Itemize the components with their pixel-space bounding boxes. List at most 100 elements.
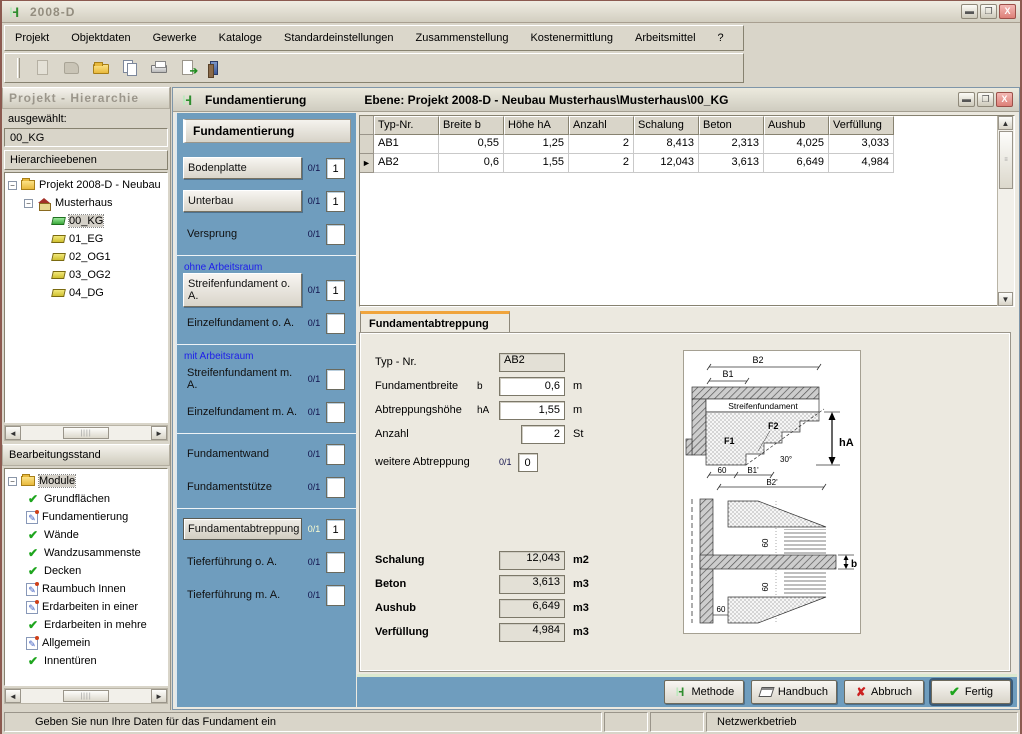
module-item[interactable]: ✔Decken	[8, 562, 167, 580]
count-box[interactable]: 1	[326, 158, 345, 179]
window-maximize-button[interactable]: ❐	[977, 92, 994, 107]
count-box[interactable]: 1	[326, 191, 345, 212]
scroll-left-icon[interactable]: ◄	[5, 426, 21, 440]
sidebar-item-fundamentabtreppung[interactable]: Fundamentabtreppung 0/1 1	[183, 517, 351, 541]
fundamentbreite-input[interactable]	[499, 377, 565, 396]
menu-arbeitsmittel[interactable]: Arbeitsmittel	[635, 32, 696, 44]
module-item[interactable]: ✎Raumbuch Innen	[8, 580, 167, 598]
sidebar-item-streifenfundament-ma[interactable]: Streifenfundament m. A. 0/1	[183, 367, 351, 391]
open-icon[interactable]	[62, 58, 82, 78]
sidebar-item-unterbau[interactable]: Unterbau 0/1 1	[183, 189, 351, 213]
module-item[interactable]: ✔Wandzusammenste	[8, 544, 167, 562]
sidebar-item-fundamentstuetze[interactable]: Fundamentstütze 0/1	[183, 475, 351, 499]
collapse-icon[interactable]: −	[8, 181, 17, 190]
col-hoehe-ha[interactable]: Höhe hA	[504, 116, 569, 135]
menu-objektdaten[interactable]: Objektdaten	[71, 32, 130, 44]
weitere-abtreppung-box[interactable]: 0	[518, 453, 538, 472]
menu-zusammenstellung[interactable]: Zusammenstellung	[416, 32, 509, 44]
col-beton[interactable]: Beton	[699, 116, 764, 135]
count-box[interactable]	[326, 369, 345, 390]
col-verfuellung[interactable]: Verfüllung	[829, 116, 894, 135]
scroll-down-icon[interactable]: ▼	[998, 292, 1013, 306]
col-anzahl[interactable]: Anzahl	[569, 116, 634, 135]
count-box[interactable]	[326, 477, 345, 498]
window-minimize-button[interactable]: ▬	[958, 92, 975, 107]
sidebar-item-fundamentwand[interactable]: Fundamentwand 0/1	[183, 442, 351, 466]
abtreppungshoehe-input[interactable]	[499, 401, 565, 420]
sidebar-item-streifenfundament-oa[interactable]: Streifenfundament o. A. 0/1 1	[183, 278, 351, 302]
count-box[interactable]	[326, 552, 345, 573]
tree-node-01eg[interactable]: 01_EG	[8, 230, 167, 248]
modules-hscrollbar[interactable]: ◄ |||| ►	[4, 688, 168, 704]
collapse-icon[interactable]: −	[8, 477, 17, 486]
count-box[interactable]	[326, 444, 345, 465]
menu-kataloge[interactable]: Kataloge	[219, 32, 262, 44]
methode-button[interactable]: H Methode	[664, 680, 744, 704]
menu-standardeinstellungen[interactable]: Standardeinstellungen	[284, 32, 393, 44]
tree-node-project[interactable]: − Projekt 2008-D - Neubau	[8, 176, 167, 194]
module-item[interactable]: ✔Erdarbeiten in mehre	[8, 616, 167, 634]
col-schalung[interactable]: Schalung	[634, 116, 699, 135]
col-breite-b[interactable]: Breite b	[439, 116, 504, 135]
tree-node-module-root[interactable]: − Module	[8, 472, 167, 490]
tab-fundamentabtreppung[interactable]: Fundamentabtreppung	[360, 311, 510, 334]
copy-icon[interactable]	[120, 58, 140, 78]
tree-node-03og2[interactable]: 03_OG2	[8, 266, 167, 284]
sidebar-item-tieferfuehrung-ma[interactable]: Tieferführung m. A. 0/1	[183, 583, 351, 607]
table-vscrollbar[interactable]: ▲ ≡ ▼	[997, 116, 1014, 306]
module-item[interactable]: ✎Erdarbeiten in einer	[8, 598, 167, 616]
tree-node-00kg[interactable]: 00_KG	[8, 212, 167, 230]
scroll-up-icon[interactable]: ▲	[998, 116, 1013, 130]
handbuch-button[interactable]: Handbuch	[751, 680, 837, 704]
scrollbar-thumb[interactable]: ≡	[999, 131, 1013, 189]
module-item[interactable]: ✔Innentüren	[8, 652, 167, 670]
scrollbar-thumb[interactable]: ||||	[63, 690, 109, 702]
count-box[interactable]	[326, 402, 345, 423]
menu-help[interactable]: ?	[718, 32, 724, 44]
sidebar-item-einzelfundament-oa[interactable]: Einzelfundament o. A. 0/1	[183, 311, 351, 335]
tree-node-04dg[interactable]: 04_DG	[8, 284, 167, 302]
table-row[interactable]: AB1 0,55 1,25 2 8,413 2,313 4,025 3,033	[360, 135, 997, 154]
scrollbar-thumb[interactable]: ||||	[63, 427, 109, 439]
module-item[interactable]: ✔Grundflächen	[8, 490, 167, 508]
scroll-right-icon[interactable]: ►	[151, 426, 167, 440]
row-selector[interactable]	[360, 135, 374, 154]
minimize-button[interactable]: ▬	[961, 4, 978, 19]
export-icon[interactable]: ➔	[178, 58, 198, 78]
tree-node-02og1[interactable]: 02_OG1	[8, 248, 167, 266]
module-item[interactable]: ✎Allgemein	[8, 634, 167, 652]
count-box[interactable]	[326, 224, 345, 245]
menu-gewerke[interactable]: Gewerke	[153, 32, 197, 44]
count-box[interactable]: 1	[326, 519, 345, 540]
print-icon[interactable]	[149, 58, 169, 78]
module-item[interactable]: ✎Fundamentierung	[8, 508, 167, 526]
col-aushub[interactable]: Aushub	[764, 116, 829, 135]
module-item[interactable]: ✔Wände	[8, 526, 167, 544]
exit-icon[interactable]	[207, 58, 227, 78]
tree-node-musterhaus[interactable]: − Musterhaus	[8, 194, 167, 212]
count-box[interactable]: 1	[326, 280, 345, 301]
fertig-button[interactable]: ✔ Fertig	[931, 680, 1011, 704]
sidebar-item-tieferfuehrung-oa[interactable]: Tieferführung o. A. 0/1	[183, 550, 351, 574]
menu-projekt[interactable]: Projekt	[15, 32, 49, 44]
close-button[interactable]: X	[999, 4, 1016, 19]
collapse-icon[interactable]: −	[24, 199, 33, 208]
menu-kostenermittlung[interactable]: Kostenermittlung	[530, 32, 613, 44]
hierarchy-hscrollbar[interactable]: ◄ |||| ►	[4, 425, 168, 441]
window-close-button[interactable]: X	[996, 92, 1013, 107]
abbruch-button[interactable]: ✘ Abbruch	[844, 680, 924, 704]
maximize-button[interactable]: ❐	[980, 4, 997, 19]
anzahl-input[interactable]	[521, 425, 565, 444]
scroll-left-icon[interactable]: ◄	[5, 689, 21, 703]
count-box[interactable]	[326, 313, 345, 334]
sidebar-item-versprung[interactable]: Versprung 0/1	[183, 222, 351, 246]
count-box[interactable]	[326, 585, 345, 606]
scroll-right-icon[interactable]: ►	[151, 689, 167, 703]
col-typ-nr[interactable]: Typ-Nr.	[374, 116, 439, 135]
open-folder-icon[interactable]	[91, 58, 111, 78]
table-row-selected[interactable]: ► AB2 0,6 1,55 2 12,043 3,613 6,649 4,98…	[360, 154, 997, 173]
sidebar-item-einzelfundament-ma[interactable]: Einzelfundament m. A. 0/1	[183, 400, 351, 424]
sidebar-item-bodenplatte[interactable]: Bodenplatte 0/1 1	[183, 156, 351, 180]
current-row-marker-icon[interactable]: ►	[360, 154, 374, 173]
new-document-icon[interactable]	[33, 58, 53, 78]
